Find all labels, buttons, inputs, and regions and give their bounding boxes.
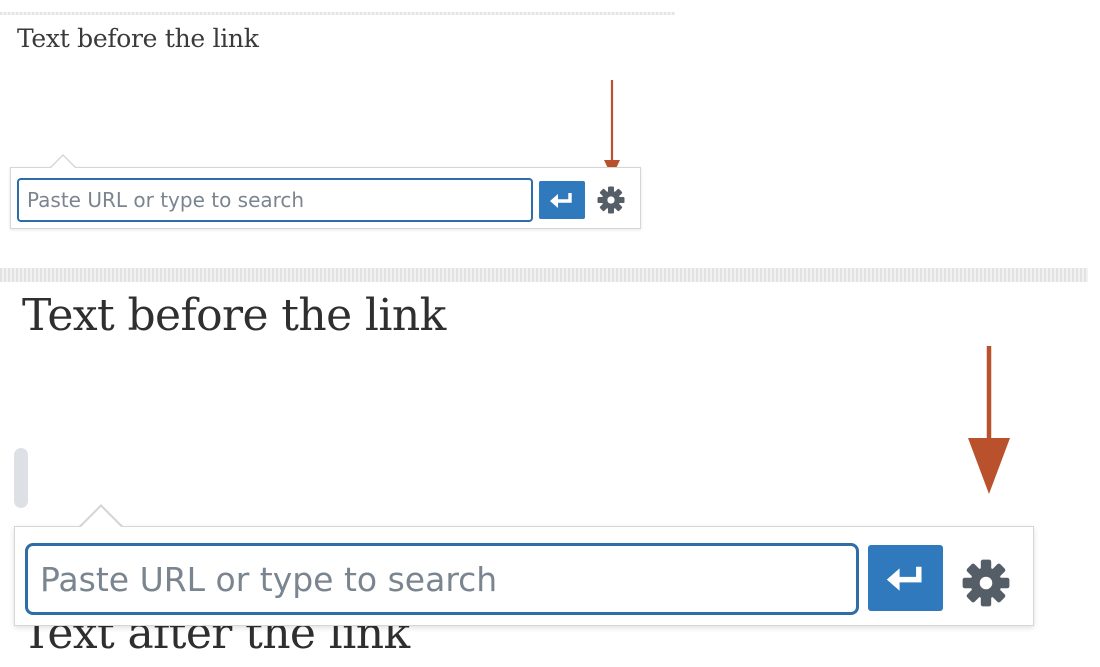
paragraph-before-link[interactable]: Text before the link xyxy=(17,24,259,53)
gear-icon xyxy=(597,186,625,214)
annotation-arrow xyxy=(968,346,1010,494)
block-drag-handle[interactable] xyxy=(14,448,28,508)
gear-icon xyxy=(962,559,1010,607)
toolbar-edge xyxy=(0,268,1088,282)
annotation-arrow xyxy=(604,80,620,177)
toolbar-edge xyxy=(0,12,675,15)
paragraph-before-link[interactable]: Text before the link xyxy=(22,290,446,341)
apply-link-button[interactable] xyxy=(539,181,585,219)
link-settings-button[interactable] xyxy=(957,554,1015,612)
link-settings-button[interactable] xyxy=(594,183,628,217)
url-search-input[interactable] xyxy=(25,543,859,615)
apply-link-button[interactable] xyxy=(868,545,943,611)
url-search-input[interactable] xyxy=(17,178,533,222)
enter-return-icon xyxy=(550,193,572,208)
large-editor-screenshot: Text before the link Text after the link xyxy=(0,262,1100,667)
enter-return-icon xyxy=(886,566,922,591)
small-editor-screenshot: Text before the link xyxy=(0,0,680,245)
